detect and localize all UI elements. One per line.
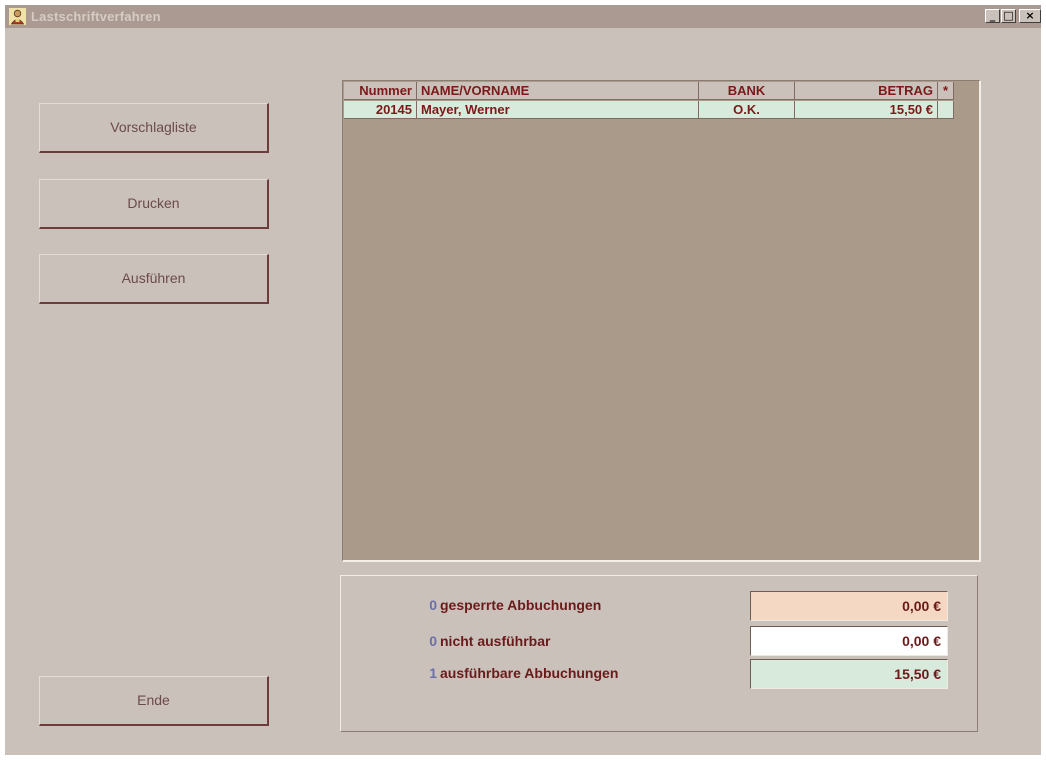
cell-nummer: 20145 bbox=[344, 101, 417, 119]
cell-name: Mayer, Werner bbox=[417, 101, 699, 119]
title-bar: Lastschriftverfahren _ □ × bbox=[5, 5, 1041, 28]
summary-panel: 0 gesperrte Abbuchungen 0,00 € 0 nicht a… bbox=[340, 575, 978, 732]
cell-bank: O.K. bbox=[699, 101, 795, 119]
ende-label: Ende bbox=[137, 692, 170, 708]
column-header-mark[interactable]: * bbox=[938, 82, 954, 100]
gesperrt-amount: 0,00 € bbox=[750, 591, 948, 621]
window-title: Lastschriftverfahren bbox=[31, 9, 161, 24]
cell-mark bbox=[938, 101, 954, 119]
cell-betrag: 15,50 € bbox=[795, 101, 938, 119]
ausfuehrbar-amount: 15,50 € bbox=[750, 659, 948, 689]
maximize-icon: □ bbox=[1003, 9, 1014, 22]
ende-button[interactable]: Ende bbox=[39, 676, 269, 726]
ausfuehrbar-label: ausführbare Abbuchungen bbox=[440, 665, 619, 681]
debit-grid[interactable]: Nummer NAME/VORNAME BANK BETRAG * 20145 … bbox=[342, 80, 981, 562]
gesperrt-label: gesperrte Abbuchungen bbox=[440, 597, 602, 613]
drucken-label: Drucken bbox=[127, 195, 180, 211]
ausfuehren-button[interactable]: Ausführen bbox=[39, 254, 269, 304]
close-icon: × bbox=[1025, 9, 1035, 22]
minimize-button[interactable]: _ bbox=[985, 9, 1000, 23]
ausfuehren-label: Ausführen bbox=[121, 270, 186, 286]
column-header-name[interactable]: NAME/VORNAME bbox=[417, 82, 699, 100]
column-header-betrag[interactable]: BETRAG bbox=[795, 82, 938, 100]
vorschlagliste-button[interactable]: Vorschlagliste bbox=[39, 103, 269, 153]
vorschlagliste-label: Vorschlagliste bbox=[110, 119, 197, 135]
main-window: Lastschriftverfahren _ □ × Vorschlaglist… bbox=[5, 5, 1041, 755]
minimize-icon: _ bbox=[989, 9, 996, 22]
nicht-ausfuehrbar-label: nicht ausführbar bbox=[440, 633, 551, 649]
nicht-ausfuehrbar-amount: 0,00 € bbox=[750, 626, 948, 656]
column-header-bank[interactable]: BANK bbox=[699, 82, 795, 100]
close-button[interactable]: × bbox=[1019, 9, 1041, 23]
app-person-icon[interactable] bbox=[9, 8, 26, 25]
ausfuehrbar-count: 1 bbox=[429, 665, 437, 681]
drucken-button[interactable]: Drucken bbox=[39, 179, 269, 229]
nicht-ausfuehrbar-count: 0 bbox=[429, 633, 437, 649]
column-header-nummer[interactable]: Nummer bbox=[344, 82, 417, 100]
gesperrt-count: 0 bbox=[429, 597, 437, 613]
maximize-button[interactable]: □ bbox=[1001, 9, 1016, 23]
